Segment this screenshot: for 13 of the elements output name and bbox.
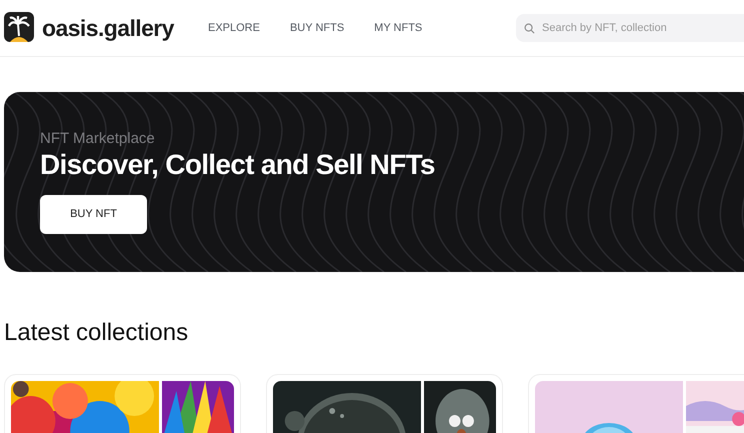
palm-tree-logo-icon[interactable]	[4, 12, 34, 44]
collection-card[interactable]	[4, 374, 241, 433]
search-field[interactable]: Search by NFT, collection	[516, 14, 744, 42]
section-title: Latest collections	[4, 318, 190, 348]
nav-link[interactable]: EXPLORE	[208, 20, 260, 36]
hero-subtitle: NFT Marketplace	[40, 130, 155, 148]
search-icon	[524, 23, 535, 34]
nav-link[interactable]: MY NFTS	[374, 20, 422, 36]
nav-link[interactable]: BUY NFTS	[290, 20, 344, 36]
hero-title: Discover, Collect and Sell NFTs	[40, 148, 435, 182]
collection-card[interactable]	[266, 374, 503, 433]
logo-text: oasis.gallery	[42, 14, 174, 43]
buy-nft-button[interactable]: BUY NFT	[40, 195, 147, 234]
